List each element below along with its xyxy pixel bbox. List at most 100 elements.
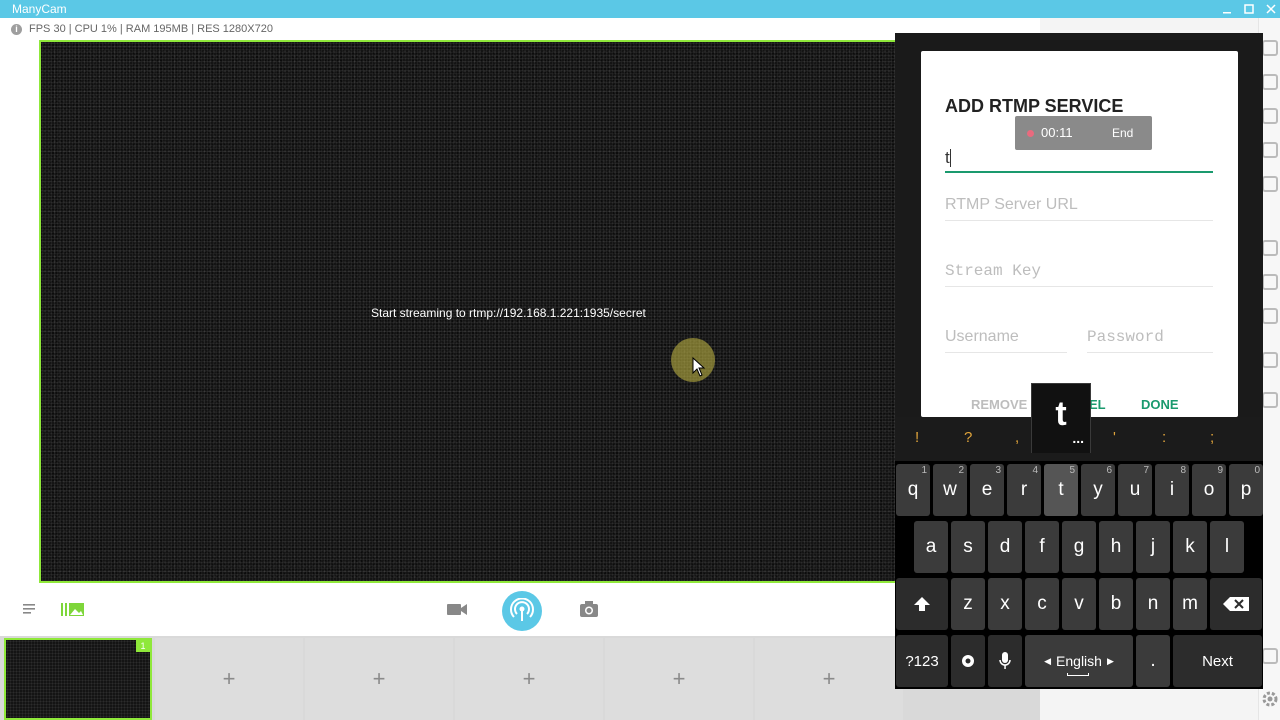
add-scene-slot[interactable]: + (605, 638, 753, 720)
side-tool-icon[interactable] (1262, 74, 1278, 90)
backspace-key[interactable] (1210, 578, 1262, 630)
key[interactable]: g (1062, 521, 1096, 573)
minimize-button[interactable] (1217, 0, 1237, 18)
key[interactable]: d (988, 521, 1022, 573)
key[interactable]: i8 (1155, 464, 1189, 516)
key-preview-more: ... (1072, 430, 1084, 446)
menu-button[interactable] (20, 601, 40, 617)
key[interactable]: h (1099, 521, 1133, 573)
recording-dot-icon (1027, 130, 1034, 137)
suggestion-key[interactable]: : (1162, 429, 1166, 447)
add-scene-slot[interactable]: + (155, 638, 303, 720)
photo-camera-icon (580, 601, 598, 617)
maximize-icon (1244, 4, 1254, 14)
suggestion-key[interactable]: ? (964, 429, 972, 447)
key[interactable]: b (1099, 578, 1133, 630)
settings-key[interactable] (951, 635, 985, 687)
period-key[interactable]: . (1136, 635, 1170, 687)
side-tool-icon[interactable] (1262, 308, 1278, 324)
key-preview-popup: t ... (1031, 383, 1091, 453)
recording-indicator: 00:11 End (1015, 116, 1152, 150)
snapshot-button[interactable] (578, 599, 600, 619)
side-tool-icon[interactable] (1262, 108, 1278, 124)
add-scene-icon: + (522, 666, 536, 691)
key[interactable]: p0 (1229, 464, 1263, 516)
key[interactable]: n (1136, 578, 1170, 630)
server-url-input[interactable]: RTMP Server URL (945, 187, 1213, 221)
key[interactable]: o9 (1192, 464, 1226, 516)
side-tool-icon[interactable] (1262, 40, 1278, 56)
key[interactable]: u7 (1118, 464, 1152, 516)
key[interactable]: c (1025, 578, 1059, 630)
broadcast-icon (510, 598, 534, 621)
stream-key-input[interactable]: Stream Key (945, 253, 1213, 287)
stats-text: FPS 30 | CPU 1% | RAM 195MB | RES 1280X7… (29, 23, 273, 35)
recording-time: 00:11 (1041, 125, 1073, 140)
side-tool-icon[interactable] (1262, 176, 1278, 192)
suggestion-key[interactable]: , (1015, 429, 1019, 447)
key[interactable]: v (1062, 578, 1096, 630)
add-scene-slot[interactable]: + (455, 638, 603, 720)
side-tool-icon[interactable] (1262, 274, 1278, 290)
cancel-button[interactable]: EL (1089, 397, 1106, 413)
key[interactable]: y6 (1081, 464, 1115, 516)
camera-button[interactable] (445, 600, 469, 618)
side-tool-icon[interactable] (1262, 392, 1278, 408)
info-icon[interactable]: i (11, 24, 22, 35)
bottom-toolbar (0, 583, 1040, 636)
shift-arrow-icon (914, 597, 930, 611)
side-tool-icon[interactable] (1262, 240, 1278, 256)
shift-key[interactable] (896, 578, 948, 630)
key-pressed[interactable]: t5 (1044, 464, 1078, 516)
minimize-icon (1223, 12, 1231, 14)
voice-input-key[interactable] (988, 635, 1022, 687)
key[interactable]: r4 (1007, 464, 1041, 516)
key[interactable]: z (951, 578, 985, 630)
password-input[interactable]: Password (1087, 319, 1213, 353)
key[interactable]: l (1210, 521, 1244, 573)
key[interactable]: k (1173, 521, 1207, 573)
password-placeholder: Password (1087, 328, 1164, 346)
side-tool-icon[interactable] (1262, 648, 1278, 664)
key[interactable]: x (988, 578, 1022, 630)
add-scene-slot[interactable]: + (305, 638, 453, 720)
menu-list-icon (23, 604, 35, 614)
done-button[interactable]: DONE (1141, 397, 1179, 413)
side-tool-icon[interactable] (1262, 142, 1278, 158)
key[interactable]: s (951, 521, 985, 573)
key[interactable]: w2 (933, 464, 967, 516)
suggestion-key[interactable]: ! (915, 429, 919, 447)
close-button[interactable] (1261, 0, 1280, 18)
close-icon (1266, 4, 1276, 14)
backspace-icon (1223, 597, 1249, 611)
stream-overlay-text: Start streaming to rtmp://192.168.1.221:… (371, 306, 646, 320)
android-overlay: ADD RTMP SERVICE t 00:11 End RTMP Server… (895, 33, 1263, 689)
key[interactable]: j (1136, 521, 1170, 573)
symbols-key[interactable]: ?123 (896, 635, 948, 687)
video-preview[interactable]: Start streaming to rtmp://192.168.1.221:… (39, 40, 897, 583)
settings-gear-icon[interactable] (1261, 690, 1279, 708)
key[interactable]: q1 (896, 464, 930, 516)
scenes-gallery-icon (61, 603, 84, 616)
username-placeholder: Username (945, 328, 1019, 345)
key[interactable]: e3 (970, 464, 1004, 516)
key[interactable]: a (914, 521, 948, 573)
suggestion-key[interactable]: ; (1210, 429, 1214, 447)
app-title: ManyCam (12, 2, 67, 16)
next-key[interactable]: Next (1173, 635, 1262, 687)
remove-button[interactable]: REMOVE (971, 397, 1027, 413)
maximize-button[interactable] (1239, 0, 1259, 18)
username-input[interactable]: Username (945, 319, 1067, 353)
suggestion-key[interactable]: ' (1113, 429, 1116, 447)
side-tool-icon[interactable] (1262, 352, 1278, 368)
add-scene-slot[interactable]: + (755, 638, 903, 720)
key[interactable]: m (1173, 578, 1207, 630)
scene-thumbnail-active[interactable]: 1 (4, 638, 152, 720)
microphone-icon (999, 652, 1011, 669)
language-next-icon: ▶ (1106, 655, 1114, 666)
end-recording-button[interactable]: End (1112, 126, 1133, 140)
key[interactable]: f (1025, 521, 1059, 573)
space-key[interactable]: ◀ English ▶ (1025, 635, 1133, 687)
scenes-button[interactable] (60, 599, 86, 619)
broadcast-button[interactable] (502, 591, 542, 631)
